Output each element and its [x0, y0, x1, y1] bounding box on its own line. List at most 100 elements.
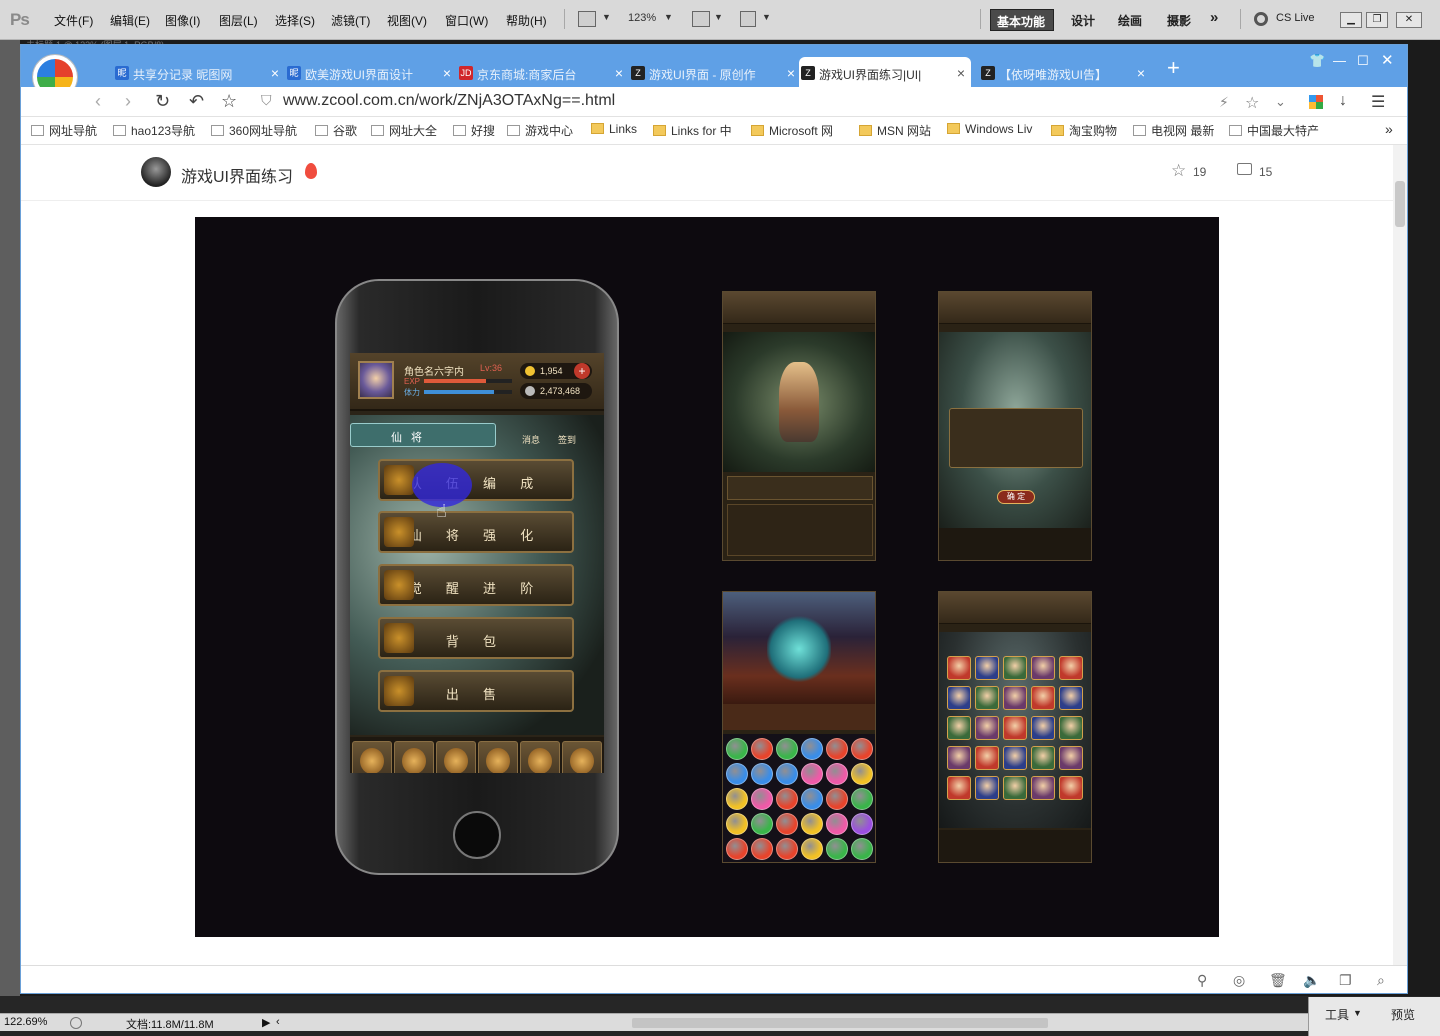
- bookmark-label: Links: [609, 122, 638, 136]
- comment-icon[interactable]: [1237, 163, 1252, 175]
- chevron-down-icon[interactable]: ▼: [664, 12, 673, 22]
- close-icon[interactable]: ×: [271, 65, 279, 81]
- bookmark-item[interactable]: 网址大全: [371, 122, 437, 139]
- close-icon[interactable]: ×: [787, 65, 795, 81]
- play-icon[interactable]: ▶: [262, 1016, 270, 1029]
- mini-header: [939, 592, 1091, 624]
- shirt-icon[interactable]: 👕: [1309, 53, 1325, 69]
- workspace-design[interactable]: 设计: [1071, 12, 1095, 29]
- hero-figure: [779, 362, 819, 442]
- menu-view[interactable]: 视图(V): [387, 12, 427, 29]
- chevron-down-icon[interactable]: ▼: [1353, 1008, 1362, 1018]
- browser-tab[interactable]: Z 游戏UI界面练习|UI| ×: [799, 57, 971, 87]
- menu-help[interactable]: 帮助(H): [506, 12, 547, 29]
- star-icon[interactable]: ☆: [1171, 161, 1186, 181]
- undo-icon[interactable]: ↶: [189, 91, 204, 112]
- screen-mode-icon[interactable]: [740, 11, 756, 27]
- scrollbar-thumb[interactable]: [1395, 181, 1405, 227]
- hero-card: [1031, 716, 1055, 740]
- bookmark-item[interactable]: 中国最大特产: [1229, 122, 1319, 139]
- zoom-icon[interactable]: ⌕: [1377, 972, 1385, 989]
- menu-layer[interactable]: 图层(L): [219, 12, 258, 29]
- horizontal-scroll-thumb[interactable]: [632, 1018, 1048, 1028]
- bookmark-item[interactable]: 360网址导航: [211, 122, 297, 139]
- url-input[interactable]: www.zcool.com.cn/work/ZNjA3OTAxNg==.html: [283, 92, 615, 110]
- comments-count: 15: [1259, 165, 1273, 179]
- minimize-icon[interactable]: —: [1333, 53, 1346, 68]
- bookmark-item[interactable]: 电视网 最新: [1133, 122, 1214, 139]
- minimize-button[interactable]: ▁: [1340, 12, 1362, 28]
- cs-live[interactable]: CS Live: [1276, 12, 1315, 24]
- menu-edit[interactable]: 编辑(E): [110, 12, 150, 29]
- download-icon[interactable]: ↓: [1339, 92, 1347, 110]
- chevron-down-icon[interactable]: ▼: [602, 12, 611, 22]
- page-icon: [31, 125, 44, 136]
- close-icon[interactable]: ×: [615, 65, 623, 81]
- arrange-icon[interactable]: [692, 11, 710, 27]
- apps-icon[interactable]: [1309, 95, 1323, 109]
- bookmark-item[interactable]: MSN 网站: [859, 122, 931, 139]
- hero-card: [1059, 746, 1083, 770]
- status-zoom[interactable]: 122.69%: [4, 1016, 47, 1028]
- back-icon[interactable]: ‹: [95, 91, 101, 112]
- maximize-icon[interactable]: ☐: [1357, 53, 1369, 69]
- browser-tab[interactable]: 昵欧美游戏UI界面设计 ×: [285, 57, 457, 87]
- close-icon[interactable]: ✕: [1381, 51, 1394, 69]
- menu-image[interactable]: 图像(I): [165, 12, 200, 29]
- panel-preview[interactable]: 预览: [1391, 1006, 1415, 1023]
- chevron-down-icon[interactable]: ▼: [762, 12, 771, 22]
- browser-tab[interactable]: Z 【依呀唯游戏UI告】 ×: [979, 57, 1151, 87]
- tab-label: 游戏UI界面练习|UI|: [819, 68, 922, 82]
- menu-window[interactable]: 窗口(W): [445, 12, 488, 29]
- chevron-down-icon[interactable]: ▼: [714, 12, 723, 22]
- refresh-icon[interactable]: ↻: [155, 91, 170, 112]
- avatar[interactable]: [141, 157, 171, 187]
- menu-icon[interactable]: ☰: [1371, 92, 1385, 112]
- scrollbar-track[interactable]: [1393, 145, 1407, 965]
- star-icon[interactable]: ☆: [1245, 93, 1259, 113]
- bookmark-item[interactable]: hao123导航: [113, 122, 195, 139]
- close-button[interactable]: ✕: [1396, 12, 1422, 28]
- separator: [980, 9, 981, 29]
- speed-icon[interactable]: ◎: [1233, 972, 1245, 989]
- menu-file[interactable]: 文件(F): [54, 12, 93, 29]
- menu-filter[interactable]: 滤镜(T): [331, 12, 370, 29]
- bookmark-item[interactable]: 好搜: [453, 122, 495, 139]
- bookmark-item[interactable]: 淘宝购物: [1051, 122, 1117, 139]
- workspace-photo[interactable]: 摄影: [1167, 12, 1191, 29]
- restore-button[interactable]: ❐: [1366, 12, 1388, 28]
- pin-icon[interactable]: ⚲: [1197, 972, 1207, 989]
- zoom-level[interactable]: 123%: [628, 12, 656, 24]
- bookmarks-more[interactable]: »: [1385, 121, 1393, 137]
- bookmark-item[interactable]: 谷歌: [315, 122, 357, 139]
- bookmark-item[interactable]: Windows Liv: [947, 122, 1032, 136]
- chevron-down-icon[interactable]: ⌄: [1275, 94, 1286, 110]
- confirm-button: 确 定: [997, 490, 1035, 504]
- speaker-icon[interactable]: 🔈: [1303, 972, 1320, 989]
- browser-tab[interactable]: Z 游戏UI界面 - 原创作 ×: [629, 57, 801, 87]
- more-workspaces[interactable]: »: [1210, 9, 1218, 26]
- close-icon[interactable]: ×: [443, 65, 451, 81]
- panel-tools[interactable]: 工具: [1325, 1006, 1349, 1023]
- trash-icon[interactable]: 🗑: [1269, 972, 1287, 989]
- bookmark-item[interactable]: 网址导航: [31, 122, 97, 139]
- star-icon[interactable]: ☆: [221, 91, 237, 112]
- chevron-left-icon[interactable]: ‹: [276, 1016, 280, 1028]
- window-icon[interactable]: ❐: [1339, 972, 1352, 989]
- new-tab-button[interactable]: +: [1167, 55, 1180, 81]
- browser-tab[interactable]: JD 京东商城:商家后台 ×: [457, 57, 629, 87]
- bookmark-item[interactable]: Microsoft 网: [751, 122, 833, 139]
- browser-tab[interactable]: 昵共享分记录 昵图网 ×: [113, 57, 285, 87]
- bookmark-item[interactable]: 游戏中心: [507, 122, 573, 139]
- close-icon[interactable]: ×: [1137, 65, 1145, 81]
- bookmark-item[interactable]: Links for 中: [653, 122, 732, 139]
- forward-icon[interactable]: ›: [125, 91, 131, 112]
- status-icon[interactable]: [70, 1017, 82, 1029]
- workspace-basic[interactable]: 基本功能: [990, 9, 1054, 31]
- close-icon[interactable]: ×: [957, 65, 965, 81]
- menu-select[interactable]: 选择(S): [275, 12, 315, 29]
- bolt-icon[interactable]: ⚡: [1219, 94, 1229, 111]
- bridge-icon[interactable]: [578, 11, 596, 27]
- bookmark-item[interactable]: Links: [591, 122, 637, 136]
- workspace-paint[interactable]: 绘画: [1118, 12, 1142, 29]
